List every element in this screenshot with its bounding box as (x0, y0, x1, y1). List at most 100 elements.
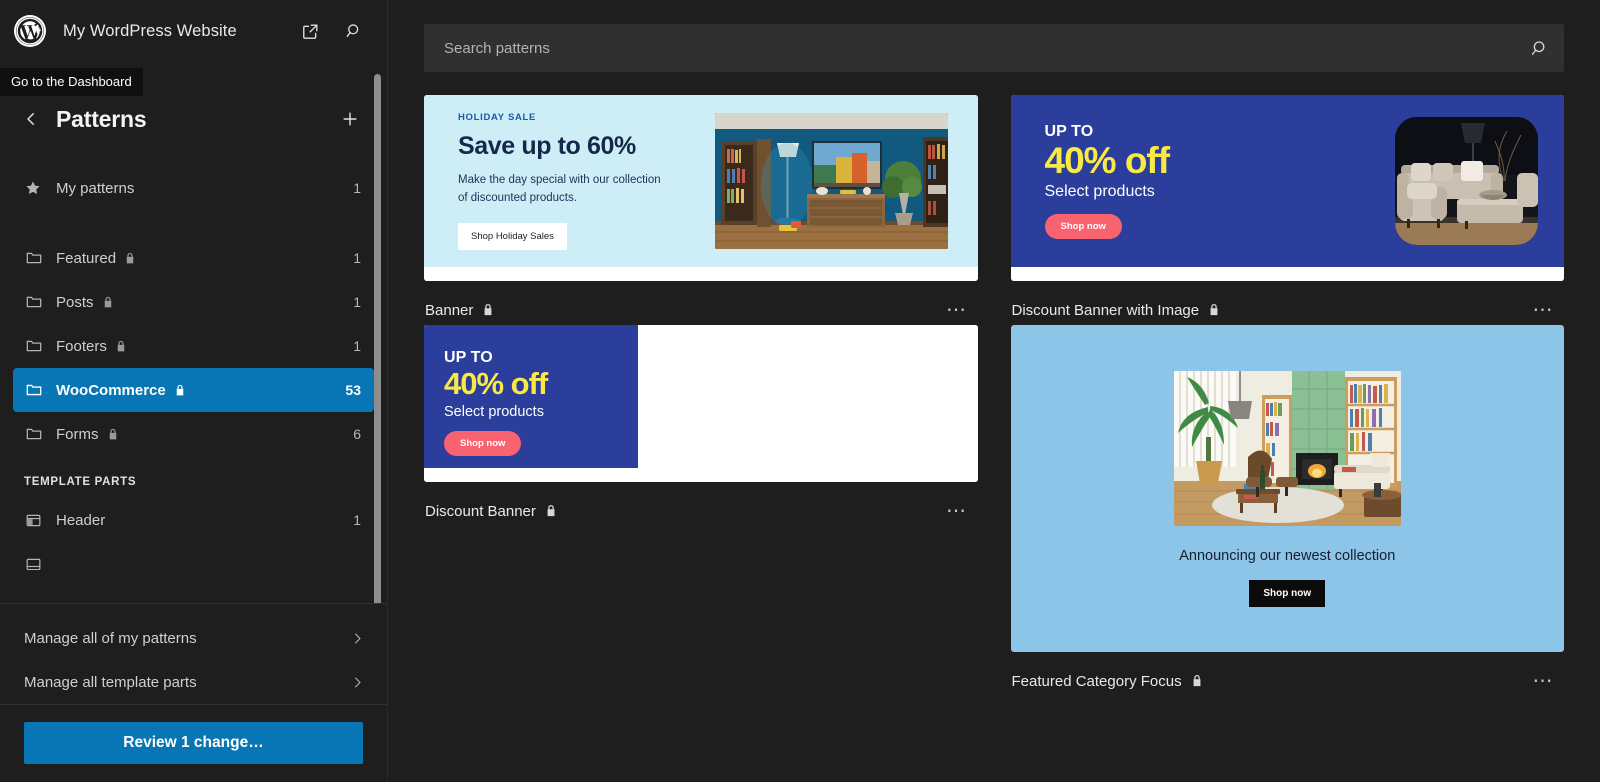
chevron-right-icon (350, 631, 365, 646)
sidebar-scroll-region: Patterns My patterns 1 Featured 1 Posts … (0, 62, 387, 603)
discount-banner-with-image: UP TO 40% off Select products Shop now (1010, 95, 1564, 267)
sidebar-item-footers[interactable]: Footers 1 (13, 324, 374, 368)
review-changes-button[interactable]: Review 1 change… (24, 722, 363, 764)
sidebar-item-label: Footers (56, 337, 107, 355)
folder-icon (24, 336, 50, 356)
holiday-sale-banner: HOLIDAY SALE Save up to 60% Make the day… (424, 95, 978, 267)
sidebar-item-count: 1 (353, 294, 361, 310)
holiday-sale-text: HOLIDAY SALE Save up to 60% Make the day… (458, 112, 715, 250)
lock-icon (545, 504, 557, 518)
featured-category-banner: Announcing our newest collection Shop no… (1010, 325, 1564, 652)
patterns-grid: HOLIDAY SALE Save up to 60% Make the day… (424, 95, 1564, 696)
manage-all-patterns-link[interactable]: Manage all of my patterns (0, 616, 387, 660)
pattern-card-banner: HOLIDAY SALE Save up to 60% Make the day… (424, 95, 978, 325)
search-input[interactable] (444, 39, 1519, 57)
page-title: Patterns (56, 105, 147, 132)
wordpress-logo-icon[interactable] (14, 15, 46, 47)
manage-all-patterns-label: Manage all of my patterns (24, 629, 197, 647)
sidebar-item-forms[interactable]: Forms 6 (13, 412, 374, 456)
pattern-actions-menu[interactable]: ⋯ (940, 499, 974, 523)
sidebar-item-clipped[interactable] (0, 542, 387, 570)
pattern-caption: Discount Banner ⋯ (424, 482, 978, 526)
discount-banner: UP TO 40% off Select products Shop now (424, 325, 978, 468)
sidebar-item-label: WooCommerce (56, 381, 166, 399)
folder-icon (24, 292, 50, 312)
preview-white-strip (424, 468, 978, 482)
pattern-preview[interactable]: HOLIDAY SALE Save up to 60% Make the day… (424, 95, 978, 281)
chevron-left-icon[interactable] (14, 102, 48, 136)
pattern-preview[interactable]: UP TO 40% off Select products Shop now (1010, 95, 1564, 281)
pattern-title: Discount Banner (425, 502, 536, 520)
lock-icon (102, 296, 114, 309)
featured-caption: Announcing our newest collection (1179, 547, 1396, 564)
sidebar-item-header[interactable]: Header 1 (13, 498, 374, 542)
pattern-title: Discount Banner with Image (1011, 301, 1200, 319)
discount-upto: UP TO (1044, 122, 1094, 140)
sidebar-item-label: Featured (56, 249, 117, 267)
sidebar: My WordPress Website Go to the Dashboard (0, 0, 388, 782)
site-title: My WordPress Website (63, 21, 237, 40)
preview-white-strip (1010, 267, 1564, 281)
sidebar-scrollbar[interactable] (374, 74, 381, 603)
sidebar-item-count: 53 (345, 382, 361, 398)
folder-icon (24, 248, 50, 268)
pattern-preview[interactable]: UP TO 40% off Select products Shop now (424, 325, 978, 482)
folder-icon (24, 380, 50, 400)
layout-footer-icon (24, 555, 50, 571)
search-icon[interactable] (1519, 38, 1550, 59)
lock-icon (1208, 303, 1220, 317)
shop-now-button[interactable]: Shop now (444, 430, 522, 456)
pattern-title: Banner (425, 301, 474, 319)
dashboard-tooltip: Go to the Dashboard (0, 68, 143, 96)
pattern-card-discount-banner-with-image: UP TO 40% off Select products Shop now D… (1010, 95, 1564, 325)
pattern-caption: Featured Category Focus ⋯ (1011, 652, 1565, 696)
sofa-room-image (1395, 117, 1538, 245)
discount-upto: UP TO (444, 349, 493, 366)
pattern-actions-menu[interactable]: ⋯ (1527, 298, 1561, 322)
sidebar-item-count: 1 (353, 250, 361, 266)
sidebar-item-partial[interactable] (13, 542, 374, 570)
shop-now-button[interactable]: Shop now (1044, 214, 1122, 240)
discount-text: UP TO 40% off Select products Shop now (424, 325, 638, 468)
pattern-actions-menu[interactable]: ⋯ (1527, 669, 1561, 693)
shop-now-button[interactable]: Shop now (1249, 579, 1326, 607)
discount-subtitle: Select products (444, 403, 544, 420)
holiday-heading: Save up to 60% (458, 132, 636, 161)
sidebar-item-my-patterns[interactable]: My patterns 1 (13, 166, 374, 210)
pattern-caption: Banner ⋯ (424, 281, 978, 325)
lock-icon (107, 428, 119, 441)
preview-white-strip (424, 267, 978, 281)
discount-percent: 40% off (1044, 139, 1171, 181)
holiday-body: Make the day special with our collection… (458, 174, 661, 204)
layout-header-icon (24, 511, 50, 530)
discount-banner-empty-area (638, 325, 978, 468)
lock-icon (115, 340, 127, 353)
sidebar-item-woocommerce[interactable]: WooCommerce 53 (13, 368, 374, 412)
pattern-card-featured-category-focus: Announcing our newest collection Shop no… (1010, 325, 1565, 696)
star-icon (24, 179, 50, 197)
sidebar-item-featured[interactable]: Featured 1 (13, 236, 374, 280)
plus-icon[interactable] (333, 102, 367, 136)
folder-icon (24, 424, 50, 444)
living-room-image (714, 113, 948, 249)
pattern-preview[interactable]: Announcing our newest collection Shop no… (1010, 325, 1564, 652)
sidebar-item-count: 1 (353, 338, 361, 354)
sidebar-item-posts[interactable]: Posts 1 (13, 280, 374, 324)
save-panel: Review 1 change… (0, 704, 387, 782)
manage-all-template-parts-link[interactable]: Manage all template parts (0, 660, 387, 704)
search-patterns-bar[interactable] (424, 24, 1564, 72)
pattern-card-discount-banner: UP TO 40% off Select products Shop now D… (424, 325, 978, 696)
shop-holiday-sales-button[interactable]: Shop Holiday Sales (458, 222, 567, 250)
external-link-icon[interactable] (295, 16, 325, 46)
lock-icon (174, 384, 186, 397)
search-icon[interactable] (339, 16, 369, 46)
sidebar-item-label: Posts (56, 293, 94, 311)
lock-icon (482, 303, 494, 317)
sidebar-item-count: 6 (353, 426, 361, 442)
sidebar-item-label: My patterns (56, 179, 135, 197)
manage-all-template-parts-label: Manage all template parts (24, 673, 197, 691)
app-root: My WordPress Website Go to the Dashboard (0, 0, 1600, 782)
pattern-actions-menu[interactable]: ⋯ (940, 298, 974, 322)
panel-header: Patterns (0, 96, 387, 142)
